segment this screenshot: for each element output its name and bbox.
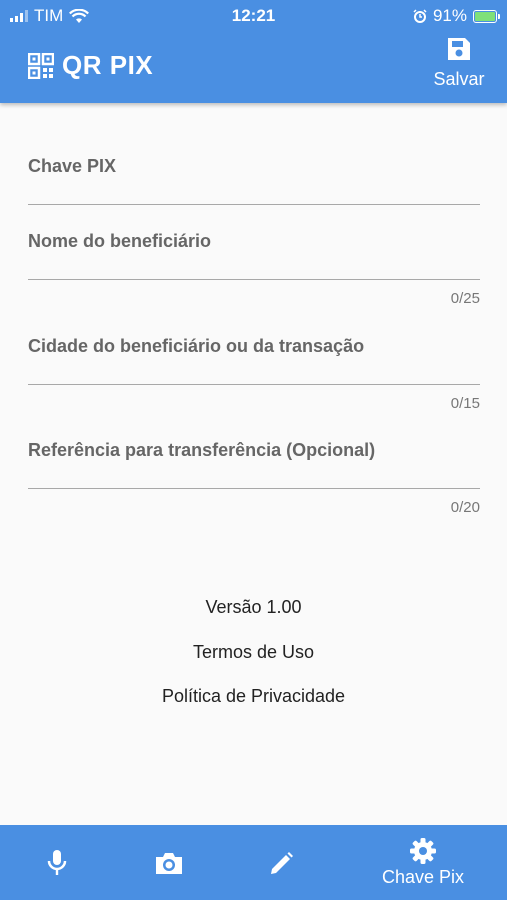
alarm-icon [413,9,427,23]
reference-counter: 0/20 [450,499,480,516]
city-field[interactable]: Cidade do beneficiário ou da transação 0… [28,336,484,412]
reference-field[interactable]: Referência para transferência (Opcional)… [28,440,484,516]
beneficiary-name-field[interactable]: Nome do beneficiário 0/25 [28,231,484,307]
nav-camera[interactable] [119,825,219,900]
pix-key-input[interactable] [28,156,484,198]
camera-icon [156,852,182,874]
status-bar: TIM 12:21 91% [0,0,507,32]
field-underline [28,204,480,205]
bottom-nav: Chave Pix [0,825,507,900]
city-counter: 0/15 [450,395,480,412]
terms-link[interactable]: Termos de Uso [0,642,507,663]
reference-input[interactable] [28,440,484,482]
city-input[interactable] [28,336,484,378]
app-bar: TIM 12:21 91% QR PIX Salvar [0,0,507,103]
app-title: QR PIX [62,50,154,80]
nav-edit[interactable] [232,825,332,900]
beneficiary-name-input[interactable] [28,231,484,273]
nav-pix-key[interactable]: Chave Pix [373,825,473,900]
version-text: Versão 1.00 [205,597,302,617]
save-label: Salvar [433,69,485,89]
qr-code-icon [28,52,54,79]
beneficiary-name-counter: 0/25 [450,290,480,307]
battery-icon [473,9,500,23]
privacy-link[interactable]: Política de Privacidade [0,686,507,707]
pencil-icon [271,851,293,874]
status-right: 91% [413,6,500,26]
gear-icon [410,838,436,864]
save-button[interactable]: Salvar [431,36,487,90]
nav-microphone[interactable] [7,825,107,900]
microphone-icon [47,849,67,875]
battery-percent: 91% [432,6,467,25]
field-underline [28,384,480,385]
field-underline [28,279,480,280]
pix-key-field[interactable]: Chave PIX [28,156,484,205]
field-underline [28,488,480,489]
floppy-disk-icon [448,38,470,60]
app-title-group: QR PIX [28,50,153,81]
nav-pix-key-label: Chave Pix [381,867,465,887]
